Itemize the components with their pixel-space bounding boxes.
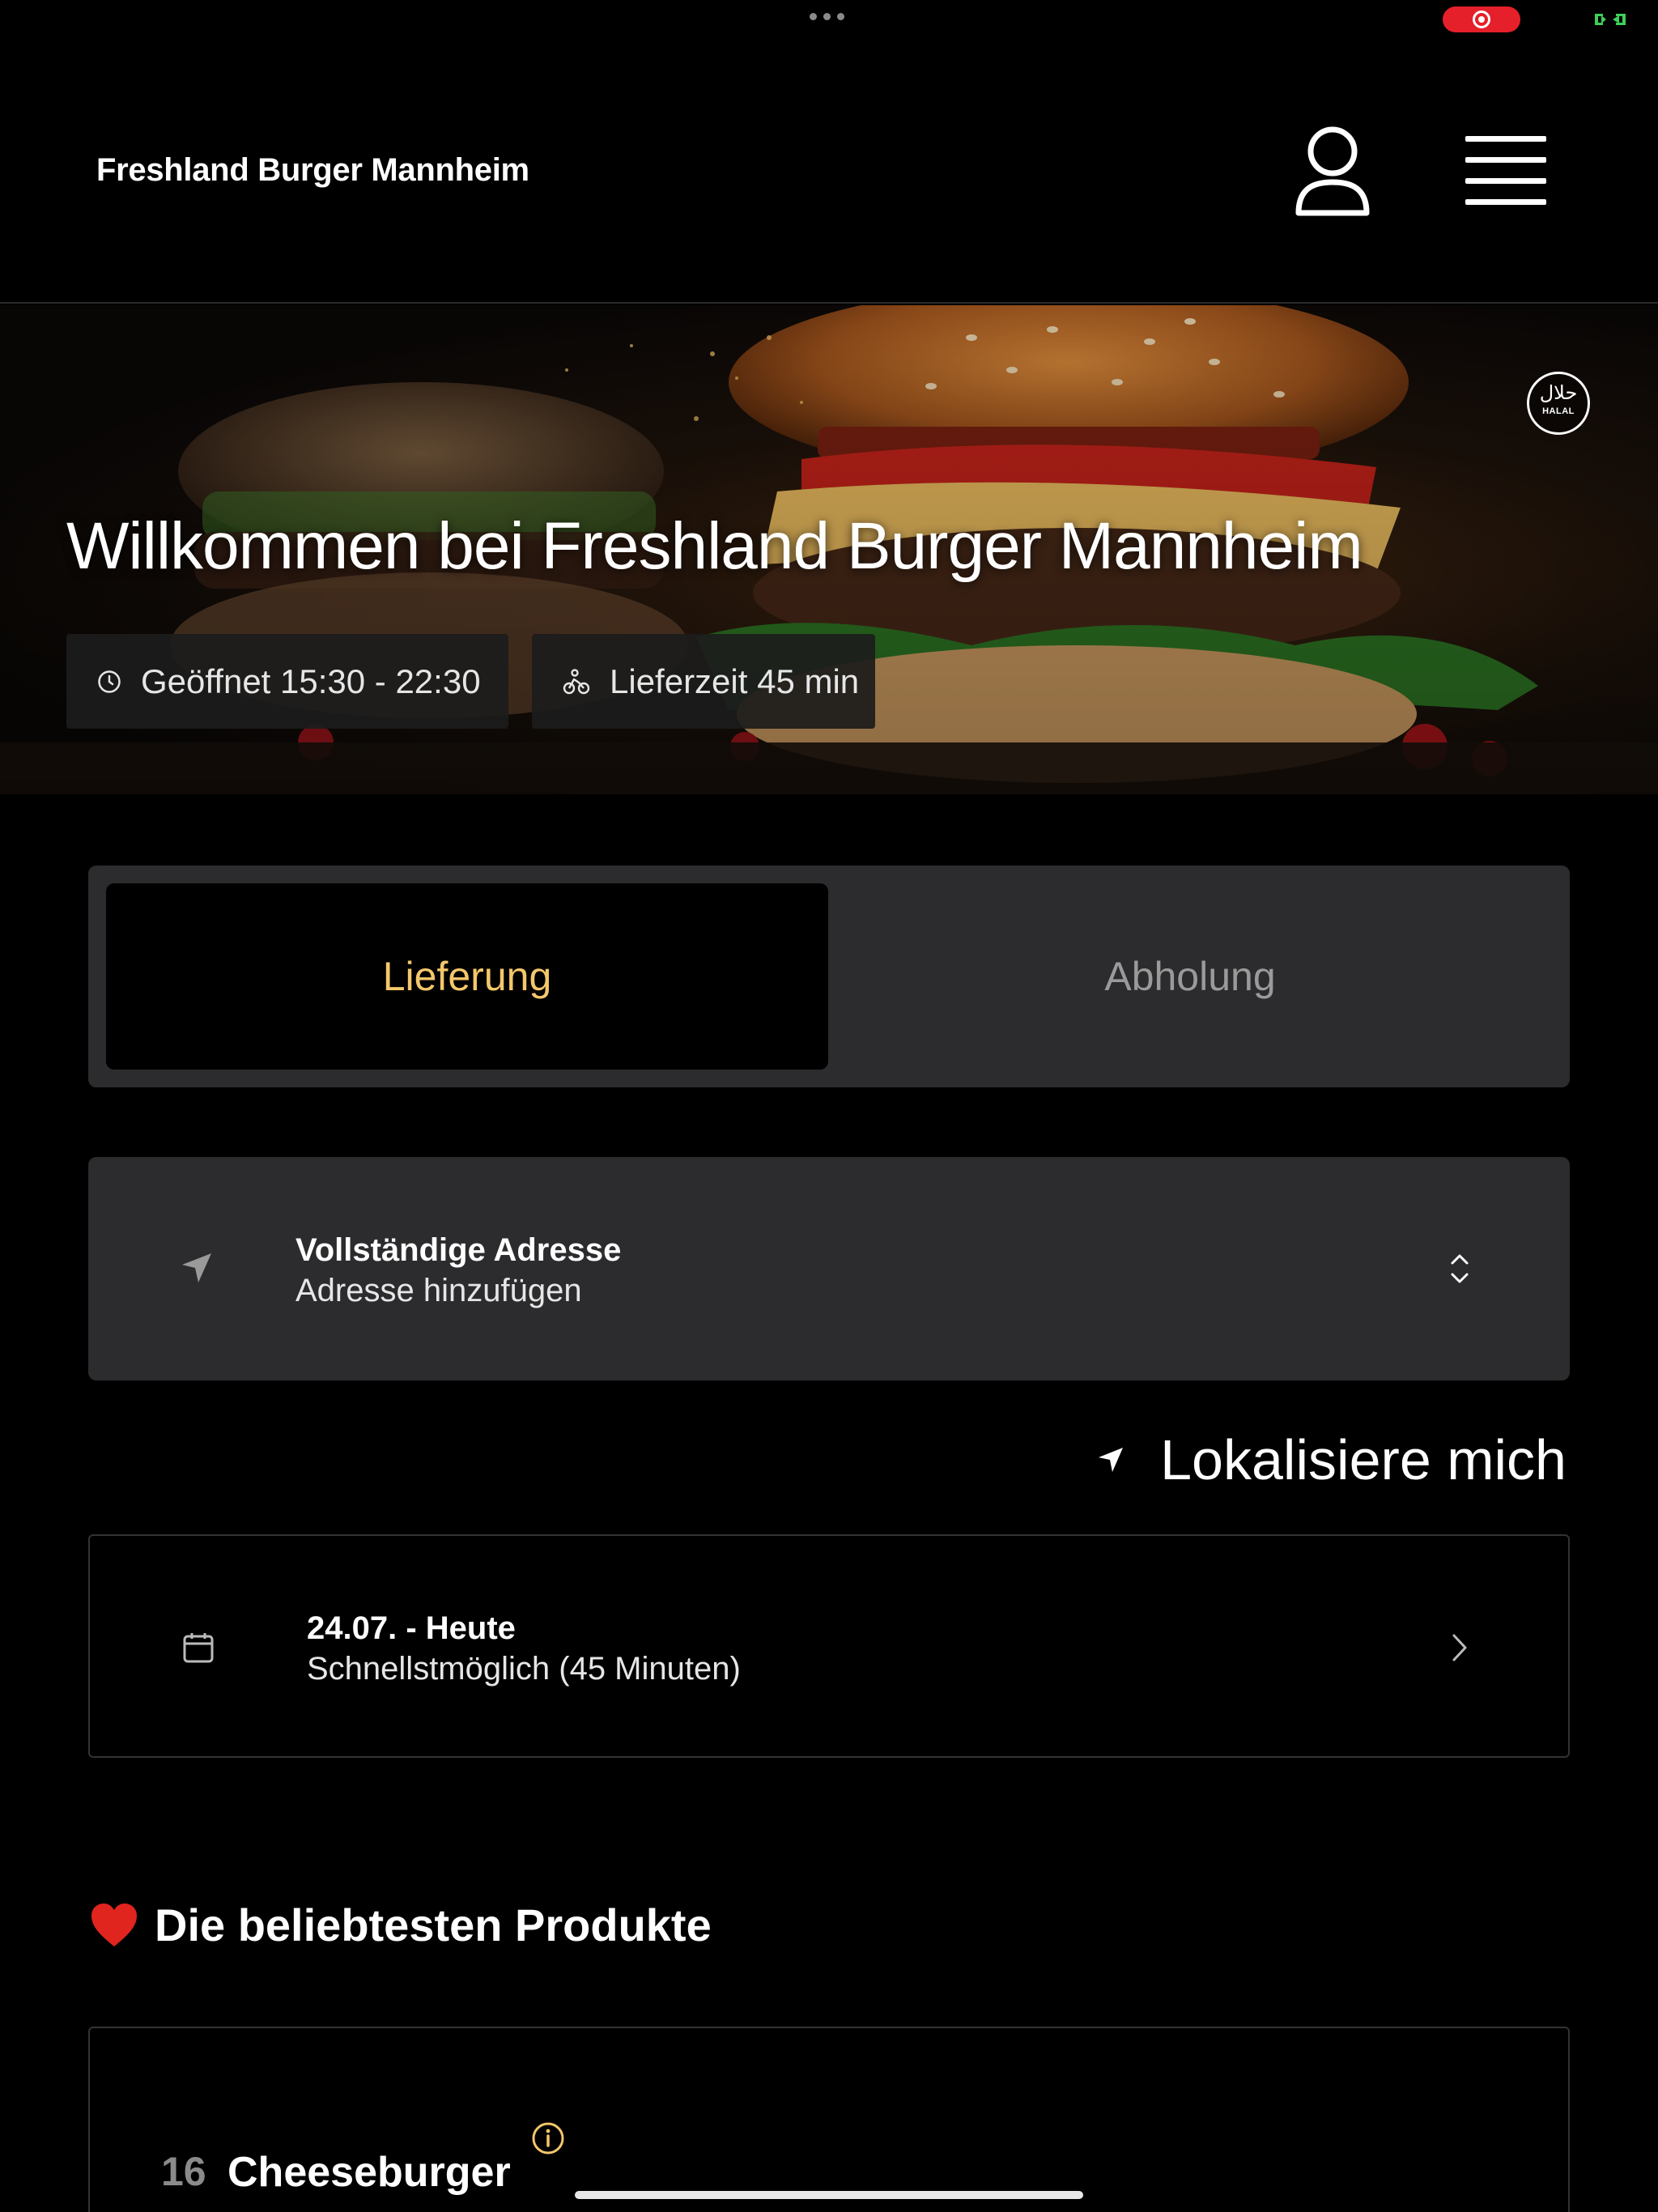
locate-me-button[interactable]: Lokalisiere mich bbox=[1097, 1427, 1567, 1492]
product-number: 16 bbox=[161, 2149, 206, 2194]
product-name: Cheeseburger bbox=[227, 2149, 511, 2196]
locate-me-label: Lokalisiere mich bbox=[1160, 1428, 1567, 1491]
restaurant-name[interactable]: Freshland Burger Mannheim bbox=[96, 152, 529, 189]
delivery-time-text: Lieferzeit 45 min bbox=[610, 661, 860, 700]
calendar-icon bbox=[183, 1633, 214, 1663]
opening-hours-chip: Geöffnet 15:30 - 22:30 bbox=[66, 634, 508, 729]
location-arrow-icon bbox=[1099, 1448, 1124, 1472]
schedule-time: Schnellstmöglich (45 Minuten) bbox=[307, 1651, 741, 1687]
product-card[interactable]: 16 Cheeseburger bbox=[88, 2027, 1570, 2212]
address-label: Vollständige Adresse bbox=[295, 1232, 622, 1268]
location-arrow-icon bbox=[182, 1253, 211, 1283]
home-indicator[interactable] bbox=[575, 2191, 1083, 2199]
top-header: Freshland Burger Mannheim bbox=[0, 0, 1658, 304]
delivery-time-selector[interactable]: 24.07. - Heute Schnellstmöglich (45 Minu… bbox=[88, 1534, 1570, 1758]
schedule-date: 24.07. - Heute bbox=[307, 1610, 516, 1646]
app-screen: Freshland Burger Mannheim حلال HALAL Wil… bbox=[0, 0, 1658, 2212]
popular-title-text: Die beliebtesten Produkte bbox=[155, 1899, 712, 1950]
info-icon[interactable] bbox=[531, 2121, 565, 2155]
chevron-right-icon bbox=[1452, 1634, 1467, 1661]
tab-pickup[interactable]: Abholung bbox=[828, 883, 1552, 1070]
delivery-time-chip: Lieferzeit 45 min bbox=[532, 634, 875, 729]
hamburger-menu-icon[interactable] bbox=[1465, 136, 1546, 206]
chevron-up-down-icon bbox=[1451, 1254, 1469, 1283]
heart-icon bbox=[91, 1903, 137, 1946]
popular-section-title: Die beliebtesten Produkte bbox=[90, 1899, 712, 1951]
welcome-title: Willkommen bei Freshland Burger Mannheim bbox=[66, 509, 1363, 583]
clock-icon bbox=[98, 670, 121, 693]
address-selector[interactable]: Vollständige Adresse Adresse hinzufügen bbox=[88, 1157, 1570, 1380]
tab-delivery[interactable]: Lieferung bbox=[106, 883, 828, 1070]
user-icon[interactable] bbox=[1294, 125, 1371, 216]
order-mode-segmented-control: Lieferung Abholung bbox=[88, 866, 1570, 1087]
halal-badge: حلال HALAL bbox=[1527, 372, 1590, 435]
opening-hours-text: Geöffnet 15:30 - 22:30 bbox=[141, 661, 481, 700]
address-value: Adresse hinzufügen bbox=[295, 1273, 582, 1308]
bike-courier-icon bbox=[563, 668, 590, 694]
